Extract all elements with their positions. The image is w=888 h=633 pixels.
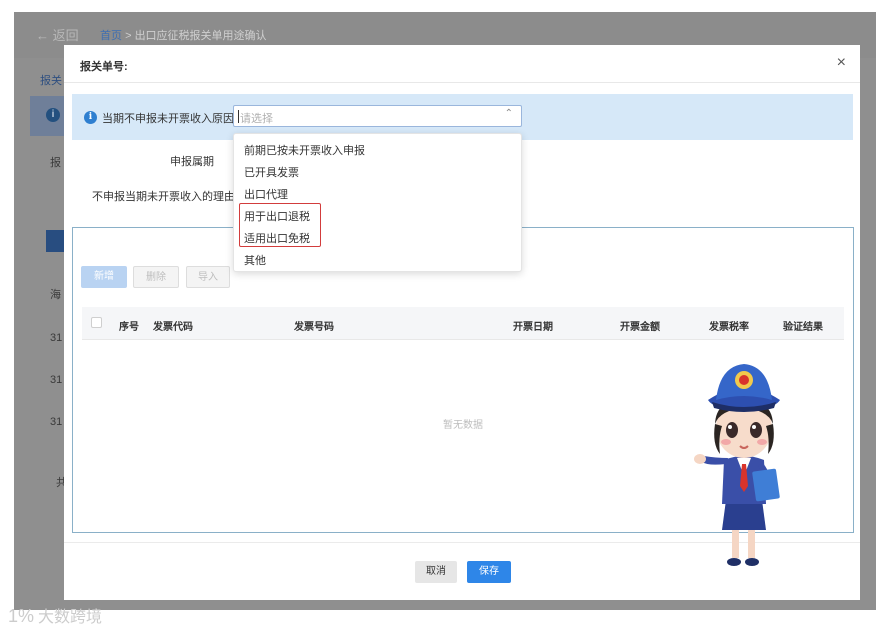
reason-label: 不申报当期未开票收入的理由 [92, 191, 235, 203]
dropdown-option[interactable]: 出口代理 [244, 186, 288, 202]
background-text: 31 [50, 374, 63, 386]
table-header: 序号 发票代码 发票号码 开票日期 开票金额 发票税率 验证结果 [82, 307, 844, 340]
background-text: 31 [50, 416, 63, 428]
watermark-mark: 1% [8, 606, 35, 626]
background-text: 海 [50, 289, 61, 301]
highlight-box [239, 203, 321, 247]
dropdown-option[interactable]: 其他 [244, 252, 266, 268]
period-label: 申报属期 [170, 156, 214, 168]
select-all-checkbox[interactable] [91, 317, 102, 328]
cancel-button[interactable]: 取消 [415, 561, 457, 583]
background-tab[interactable]: 报关 [40, 72, 62, 88]
breadcrumb: 首页 > 出口应征税报关单用途确认 [100, 27, 267, 43]
column-header: 开票金额 [620, 322, 660, 333]
background-text: 报 [50, 157, 61, 169]
close-icon[interactable]: × [837, 54, 846, 72]
tax-officer-mascot-illustration [694, 364, 780, 566]
breadcrumb-current: 出口应征税报关单用途确认 [134, 30, 267, 42]
modal-header: 报关单号: × [64, 45, 860, 83]
select-placeholder: 请选择 [240, 113, 273, 125]
chevron-up-icon: ⌃ [504, 108, 513, 119]
import-button[interactable]: 导入 [186, 266, 230, 288]
column-header: 验证结果 [783, 322, 823, 333]
watermark-logo: 1% 大数跨境 [8, 603, 102, 627]
breadcrumb-home[interactable]: 首页 [100, 30, 122, 42]
delete-button[interactable]: 删除 [133, 266, 179, 288]
column-header: 发票税率 [709, 322, 749, 333]
notice-label: 当期不申报未开票收入原因 [102, 113, 234, 125]
info-icon: i [84, 111, 97, 124]
background-text: 31 [50, 332, 63, 344]
dropdown-option[interactable]: 已开具发票 [244, 164, 299, 180]
dropdown-option[interactable]: 前期已按未开票收入申报 [244, 142, 365, 158]
info-icon: i [46, 108, 60, 122]
column-header: 发票代码 [153, 322, 193, 333]
reason-select[interactable]: 请选择 ⌃ [233, 105, 522, 127]
text-cursor [238, 110, 239, 123]
back-label: 返回 [52, 28, 79, 43]
column-header: 序号 [119, 322, 139, 333]
column-header: 发票号码 [294, 322, 334, 333]
back-button[interactable]: ← 返回 [36, 25, 79, 44]
watermark-text: 大数跨境 [38, 609, 103, 626]
modal-title: 报关单号: [80, 61, 128, 73]
save-button[interactable]: 保存 [467, 561, 511, 583]
column-header: 开票日期 [513, 322, 553, 333]
reason-dropdown: 前期已按未开票收入申报 已开具发票 出口代理 用于出口退税 适用出口免税 其他 [233, 133, 522, 272]
new-button[interactable]: 新增 [81, 266, 127, 288]
empty-state-text: 暂无数据 [443, 420, 483, 431]
breadcrumb-separator: > [125, 30, 132, 42]
